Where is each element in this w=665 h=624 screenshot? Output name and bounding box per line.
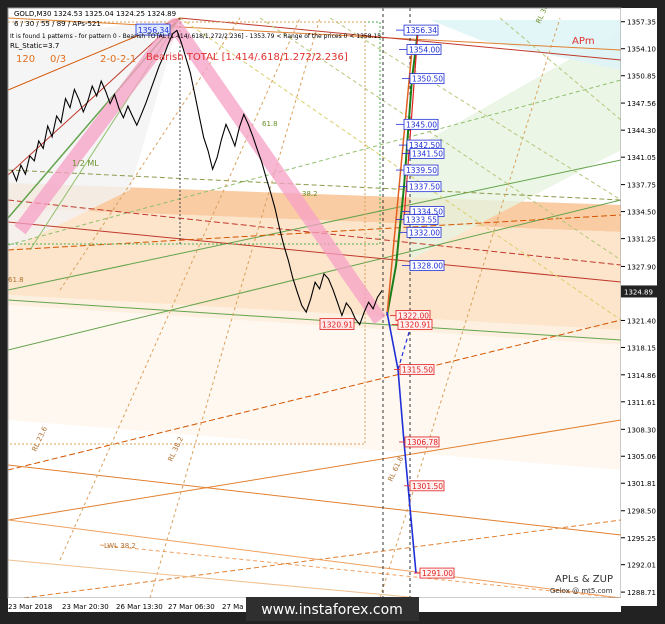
watermark[interactable]: www.instaforex.com bbox=[261, 602, 403, 618]
price-axis bbox=[621, 8, 657, 606]
y-tick-label: 1334.50 bbox=[627, 209, 656, 217]
upper-target-label: 1345.00 bbox=[406, 120, 437, 129]
lower-target-label: 1320.91 bbox=[400, 321, 431, 330]
y-tick-label: 1305.06 bbox=[627, 453, 656, 461]
y-tick-label: 1331.25 bbox=[627, 236, 656, 244]
annot-ml: 1/2 ML bbox=[72, 159, 99, 168]
chart-window: 1356.34 1320.91 1356.34 1354.00 1350.50 1345.… bbox=[0, 0, 665, 624]
current-price-label: 1324.89 bbox=[624, 288, 653, 296]
x-tick-label: 26 Mar 13:30 bbox=[116, 603, 163, 611]
annot-fib: 61.8 bbox=[262, 120, 278, 128]
y-tick-label: 1344.30 bbox=[627, 127, 656, 135]
params-line: 6 / 30 / 55 / 89 / APs-521 bbox=[14, 20, 101, 28]
x-tick-label: 23 Mar 2018 bbox=[8, 603, 52, 611]
counter-a: 120 bbox=[16, 54, 35, 65]
upper-target-label: 1332.00 bbox=[409, 228, 440, 237]
y-tick-label: 1308.30 bbox=[627, 426, 656, 434]
y-tick-label: 1357.35 bbox=[627, 19, 656, 27]
x-tick-label: 27 Mar 06:30 bbox=[168, 603, 215, 611]
y-tick-label: 1350.85 bbox=[627, 73, 656, 81]
pattern-caption: Bearish TOTAL [1.414/.618/1.272/2.236] bbox=[146, 52, 348, 63]
y-tick-label: 1327.90 bbox=[627, 263, 656, 271]
y-tick-label: 1314.86 bbox=[627, 372, 656, 380]
counter-b: 0/3 bbox=[50, 54, 66, 65]
y-tick-label: 1341.05 bbox=[627, 154, 656, 162]
upper-target-label: 1356.34 bbox=[406, 26, 437, 35]
swing-label: 1320.91 bbox=[322, 321, 353, 330]
y-tick-label: 1347.56 bbox=[627, 100, 656, 108]
lower-target-label: 1291.00 bbox=[422, 569, 453, 578]
upper-target-label: 1337.50 bbox=[409, 183, 440, 192]
upper-target-label: 1341.50 bbox=[412, 149, 443, 158]
apm-label: APm bbox=[572, 36, 595, 47]
rl-static: RL_Static=3.7 bbox=[10, 42, 59, 50]
y-tick-label: 1311.61 bbox=[627, 399, 656, 407]
upper-target-label: 1354.00 bbox=[409, 46, 440, 55]
annot-fib: 38.2 bbox=[302, 190, 318, 198]
upper-target-label: 1333.55 bbox=[406, 215, 437, 224]
lower-target-label: 1306.78 bbox=[407, 438, 438, 447]
x-tick-label: 23 Mar 20:30 bbox=[62, 603, 109, 611]
counter-c: 2-0-2-1 bbox=[100, 54, 136, 65]
time-axis-ticks: 23 Mar 2018 23 Mar 20:30 26 Mar 13:30 27 Ma… bbox=[8, 603, 243, 611]
y-tick-label: 1318.15 bbox=[627, 344, 656, 352]
y-tick-label: 1321.40 bbox=[627, 317, 656, 325]
annot-fib: 61.8 bbox=[8, 276, 24, 284]
lower-target-label: 1315.50 bbox=[402, 365, 433, 374]
y-tick-label: 1354.10 bbox=[627, 46, 656, 54]
lower-target-label: 1322.00 bbox=[398, 311, 429, 320]
y-tick-label: 1295.25 bbox=[627, 535, 656, 543]
y-tick-label: 1292.01 bbox=[627, 562, 656, 570]
price-chart[interactable]: 1356.341320.911356.341354.001350.501345.… bbox=[0, 0, 665, 624]
y-tick-label: 1301.81 bbox=[627, 480, 656, 488]
brand-line2: Gelox @ mt5.com bbox=[550, 587, 613, 595]
brand-line1: APLs & ZUP bbox=[555, 574, 613, 585]
upper-target-label: 1328.00 bbox=[412, 262, 443, 271]
y-tick-label: 1298.50 bbox=[627, 508, 656, 516]
upper-target-label: 1339.50 bbox=[406, 166, 437, 175]
annot-lwl: LWL 38.2 bbox=[104, 542, 136, 550]
lower-target-label: 1301.50 bbox=[412, 482, 443, 491]
y-tick-label: 1337.75 bbox=[627, 182, 656, 190]
y-tick-label: 1288.71 bbox=[627, 589, 656, 597]
upper-target-label: 1350.50 bbox=[412, 75, 443, 84]
patterns-line: It is found 1 patterns - for pattern 0 -… bbox=[10, 33, 381, 40]
x-tick-label: 27 Ma bbox=[222, 603, 243, 611]
symbol-line: GOLD,M30 1324.53 1325.04 1324.25 1324.89 bbox=[14, 10, 176, 18]
